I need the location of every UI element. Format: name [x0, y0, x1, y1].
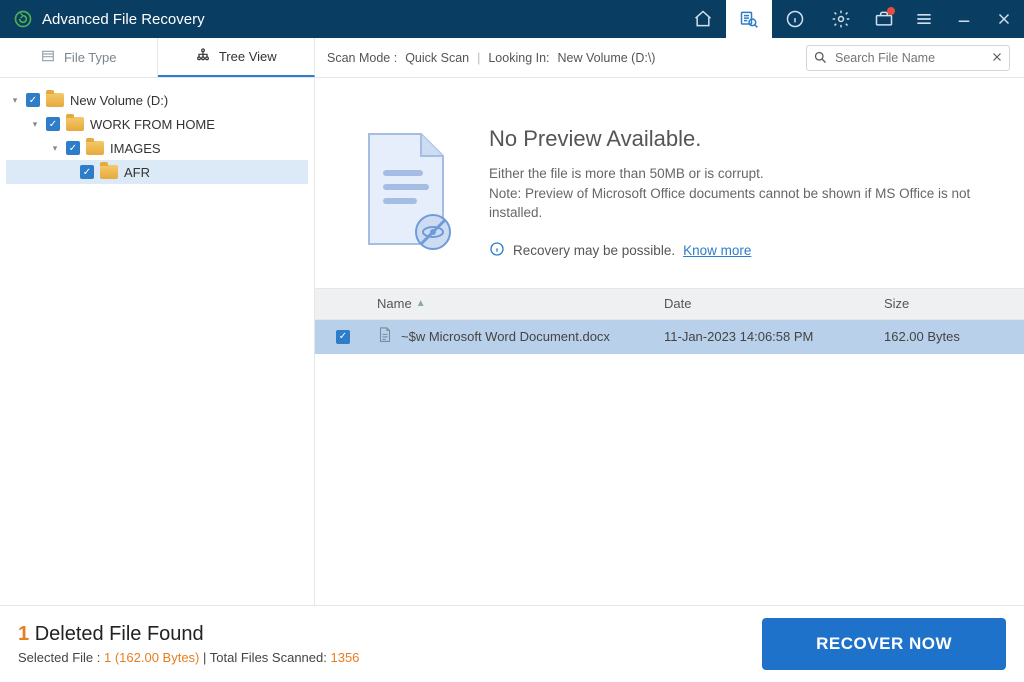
preview-heading: No Preview Available.	[489, 126, 988, 152]
tab-file-type[interactable]: File Type	[0, 38, 158, 77]
deleted-count: 1	[18, 623, 29, 645]
table-row[interactable]: ✓ ~$w Microsoft Word Document.docx 11-Ja…	[315, 320, 1024, 354]
settings-button[interactable]	[818, 0, 864, 38]
checkbox[interactable]: ✓	[26, 93, 40, 107]
clear-search-icon[interactable]	[990, 50, 1004, 69]
chevron-down-icon[interactable]: ▾	[50, 143, 60, 154]
folder-icon	[86, 141, 104, 155]
search-icon	[813, 50, 828, 70]
divider: |	[477, 51, 480, 65]
looking-in-label: Looking In:	[488, 51, 549, 65]
tree-label: New Volume (D:)	[70, 93, 168, 108]
checkbox[interactable]: ✓	[336, 330, 350, 344]
folder-icon	[46, 93, 64, 107]
know-more-link[interactable]: Know more	[683, 243, 751, 258]
footer-sub: Selected File : 1 (162.00 Bytes) | Total…	[18, 650, 359, 665]
recover-now-button[interactable]: RECOVER NOW	[762, 618, 1006, 670]
scan-info: Scan Mode : Quick Scan | Looking In: New…	[315, 38, 806, 77]
sub-header: File Type Tree View Scan Mode : Quick Sc…	[0, 38, 1024, 78]
menu-button[interactable]	[904, 0, 944, 38]
recovery-text: Recovery may be possible.	[513, 243, 675, 258]
toolbox-button[interactable]	[864, 0, 904, 38]
checkbox[interactable]: ✓	[80, 165, 94, 179]
app-title: Advanced File Recovery	[42, 11, 205, 28]
checkbox[interactable]: ✓	[46, 117, 60, 131]
tab-label: Tree View	[219, 49, 277, 64]
deleted-label: Deleted File Found	[35, 623, 204, 645]
column-date[interactable]: Date	[664, 296, 884, 311]
tree-label: IMAGES	[110, 141, 161, 156]
checkbox[interactable]: ✓	[66, 141, 80, 155]
minimize-button[interactable]	[944, 0, 984, 38]
tree-pane: ▾ ✓ New Volume (D:) ▾ ✓ WORK FROM HOME ▾…	[0, 78, 315, 605]
file-date: 11-Jan-2023 14:06:58 PM	[664, 329, 884, 344]
column-size[interactable]: Size	[884, 296, 1024, 311]
preview-area: No Preview Available. Either the file is…	[315, 78, 1024, 288]
home-button[interactable]	[680, 0, 726, 38]
tab-label: File Type	[64, 50, 117, 65]
scan-mode-value: Quick Scan	[405, 51, 469, 65]
file-size: 162.00 Bytes	[884, 329, 1024, 344]
titlebar: Advanced File Recovery	[0, 0, 1024, 38]
preview-line1: Either the file is more than 50MB or is …	[489, 164, 988, 184]
tree-item-selected[interactable]: ✓ AFR	[6, 160, 308, 184]
folder-icon	[66, 117, 84, 131]
content-area: ▾ ✓ New Volume (D:) ▾ ✓ WORK FROM HOME ▾…	[0, 78, 1024, 605]
tree-label: AFR	[124, 165, 150, 180]
no-preview-icon	[351, 126, 461, 256]
chevron-down-icon[interactable]: ▾	[10, 95, 20, 106]
close-button[interactable]	[984, 0, 1024, 38]
tree-item-root[interactable]: ▾ ✓ New Volume (D:)	[6, 88, 308, 112]
tab-tree-view[interactable]: Tree View	[158, 38, 316, 77]
list-icon	[40, 48, 56, 67]
preview-line2: Note: Preview of Microsoft Office docume…	[489, 184, 988, 223]
document-icon	[377, 326, 393, 347]
sort-asc-icon: ▲	[416, 298, 426, 309]
tree-label: WORK FROM HOME	[90, 117, 215, 132]
info-icon	[489, 241, 505, 260]
app-logo-icon	[12, 8, 34, 30]
folder-icon	[100, 165, 118, 179]
scanned-value: 1356	[330, 650, 359, 665]
search-input[interactable]	[806, 45, 1010, 71]
info-button[interactable]	[772, 0, 818, 38]
tree-item[interactable]: ▾ ✓ WORK FROM HOME	[6, 112, 308, 136]
selected-value: 1 (162.00 Bytes)	[104, 650, 199, 665]
tree-item[interactable]: ▾ ✓ IMAGES	[6, 136, 308, 160]
scan-mode-label: Scan Mode :	[327, 51, 397, 65]
footer-heading: 1 Deleted File Found	[18, 623, 359, 646]
column-name[interactable]: Name ▲	[371, 296, 664, 311]
file-name: ~$w Microsoft Word Document.docx	[401, 329, 610, 344]
search-box	[806, 45, 1010, 71]
grid-header: Name ▲ Date Size	[315, 288, 1024, 320]
looking-in-value: New Volume (D:\)	[558, 51, 656, 65]
scan-results-button[interactable]	[726, 0, 772, 38]
tree-icon	[195, 47, 211, 66]
right-pane: No Preview Available. Either the file is…	[315, 78, 1024, 605]
footer: 1 Deleted File Found Selected File : 1 (…	[0, 605, 1024, 682]
chevron-down-icon[interactable]: ▾	[30, 119, 40, 130]
